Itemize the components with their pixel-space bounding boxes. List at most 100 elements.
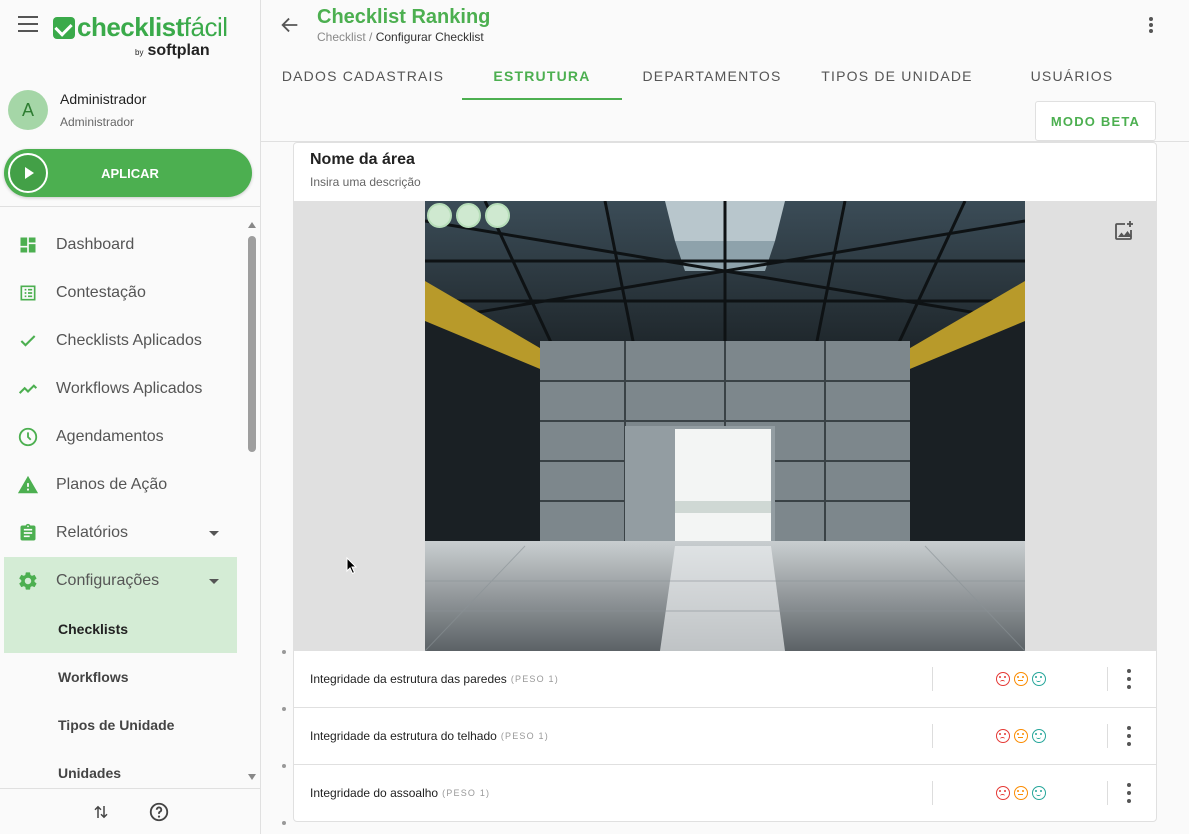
chevron-down-icon [209,530,219,536]
tab-tipos-de-unidade[interactable]: TIPOS DE UNIDADE [813,52,981,100]
user-profile[interactable]: A Administrador Administrador [8,88,146,132]
warning-icon [16,473,40,497]
more-options-icon[interactable] [1126,726,1132,746]
divider [932,781,933,805]
question-text: Integridade da estrutura das paredes [310,672,507,686]
nav-item-contestacao[interactable]: Contestação [4,269,237,317]
question-row[interactable]: Integridade da estrutura do telhado (PES… [294,708,1156,765]
rating-options [996,672,1046,686]
breadcrumb-separator: / [365,30,376,44]
sidebar-footer [0,788,260,834]
dashboard-icon [16,233,40,257]
tab-estrutura[interactable]: ESTRUTURA [462,52,622,100]
gear-icon [16,569,40,593]
sub-item-checklists[interactable]: Checklists [4,605,237,653]
apply-button-label: APLICAR [101,165,159,181]
trending-icon [16,377,40,401]
nav-menu: Dashboard Contestação Checklists Aplicad… [4,221,237,797]
area-card: Nome da área Insira uma descrição Integr… [293,142,1157,822]
main-content: Nome da área Insira uma descrição Integr… [261,142,1189,834]
beta-mode-button[interactable]: MODO BETA [1035,101,1156,141]
area-description[interactable]: Insira uma descrição [310,175,421,189]
tab-bar: DADOS CADASTRAIS ESTRUTURA DEPARTAMENTOS… [261,52,1189,100]
nav-label: Relatórios [56,524,129,541]
more-options-icon[interactable] [1126,783,1132,803]
question-weight: (PESO 1) [500,731,549,741]
logo-by: by [135,48,144,57]
nav-label: Planos de Ação [56,476,168,493]
help-icon[interactable] [147,800,171,824]
scroll-down-arrow-icon[interactable] [248,774,256,780]
nav-label: Contestação [56,284,146,301]
sort-arrows-icon[interactable] [89,800,113,824]
sad-face-icon[interactable] [996,729,1010,743]
divider [1107,667,1108,691]
sidebar: checklist fácil by softplan A Administrado… [0,0,261,834]
more-options-icon[interactable] [1141,14,1161,36]
divider [1107,781,1108,805]
nav-item-planos-de-acao[interactable]: Planos de Ação [4,461,237,509]
nav-item-agendamentos[interactable]: Agendamentos [4,413,237,461]
sub-item-tipos-de-unidade[interactable]: Tipos de Unidade [4,701,237,749]
sub-item-workflows[interactable]: Workflows [4,653,237,701]
nav-item-dashboard[interactable]: Dashboard [4,221,237,269]
page-title: Checklist Ranking [317,6,491,28]
nav-item-checklists-aplicados[interactable]: Checklists Aplicados [4,317,237,365]
happy-face-icon[interactable] [1032,786,1046,800]
nav-label: Workflows Aplicados [56,380,203,397]
area-image-container [294,201,1156,651]
question-weight: (PESO 1) [442,788,491,798]
breadcrumb-parent[interactable]: Checklist [317,30,366,44]
question-row[interactable]: Integridade do assoalho (PESO 1) [294,765,1156,821]
loading-indicator [427,203,510,228]
divider [932,667,933,691]
back-arrow-icon[interactable] [279,14,301,36]
mouse-cursor-icon [346,556,358,575]
nav-item-relatorios[interactable]: Relatórios [4,509,237,557]
nav-item-configuracoes[interactable]: Configurações [4,557,237,605]
question-list: Integridade da estrutura das paredes (PE… [294,651,1156,821]
page-header: Checklist Ranking Checklist / Configurar… [261,0,1189,142]
sad-face-icon[interactable] [996,786,1010,800]
warehouse-image [425,201,1025,651]
question-text: Integridade da estrutura do telhado [310,729,497,743]
apply-button[interactable]: APLICAR [4,149,252,197]
divider [1107,724,1108,748]
question-text: Integridade do assoalho [310,786,439,800]
tab-dados-cadastrais[interactable]: DADOS CADASTRAIS [277,52,449,100]
add-image-icon[interactable] [1112,219,1136,243]
neutral-face-icon[interactable] [1014,672,1028,686]
check-icon [16,329,40,353]
rating-options [996,729,1046,743]
logo-check-icon [53,16,75,39]
happy-face-icon[interactable] [1032,672,1046,686]
brand-logo: checklist fácil by softplan [53,12,233,62]
happy-face-icon[interactable] [1032,729,1046,743]
breadcrumb: Checklist / Configurar Checklist [317,30,484,44]
play-icon [8,153,48,193]
nav-label: Configurações [56,572,160,589]
chevron-down-icon [209,578,219,584]
rating-options [996,786,1046,800]
logo-company: softplan [147,42,210,59]
sad-face-icon[interactable] [996,672,1010,686]
more-options-icon[interactable] [1126,669,1132,689]
neutral-face-icon[interactable] [1014,729,1028,743]
user-role: Administrador [60,115,135,129]
scroll-up-arrow-icon[interactable] [248,222,256,228]
sidebar-scrollbar[interactable] [247,222,257,780]
nav-item-workflows-aplicados[interactable]: Workflows Aplicados [4,365,237,413]
divider [932,724,933,748]
neutral-face-icon[interactable] [1014,786,1028,800]
clipboard-icon [16,521,40,545]
user-name: Administrador [60,91,147,107]
tab-departamentos[interactable]: DEPARTAMENTOS [634,52,790,100]
nav-label: Checklists Aplicados [56,332,202,349]
scroll-thumb[interactable] [248,236,256,452]
area-title[interactable]: Nome da área [310,151,415,169]
question-weight: (PESO 1) [510,674,559,684]
list-icon [16,281,40,305]
hamburger-menu-icon[interactable] [18,16,38,32]
question-row[interactable]: Integridade da estrutura das paredes (PE… [294,651,1156,708]
tab-usuarios[interactable]: USUÁRIOS [1023,52,1121,100]
